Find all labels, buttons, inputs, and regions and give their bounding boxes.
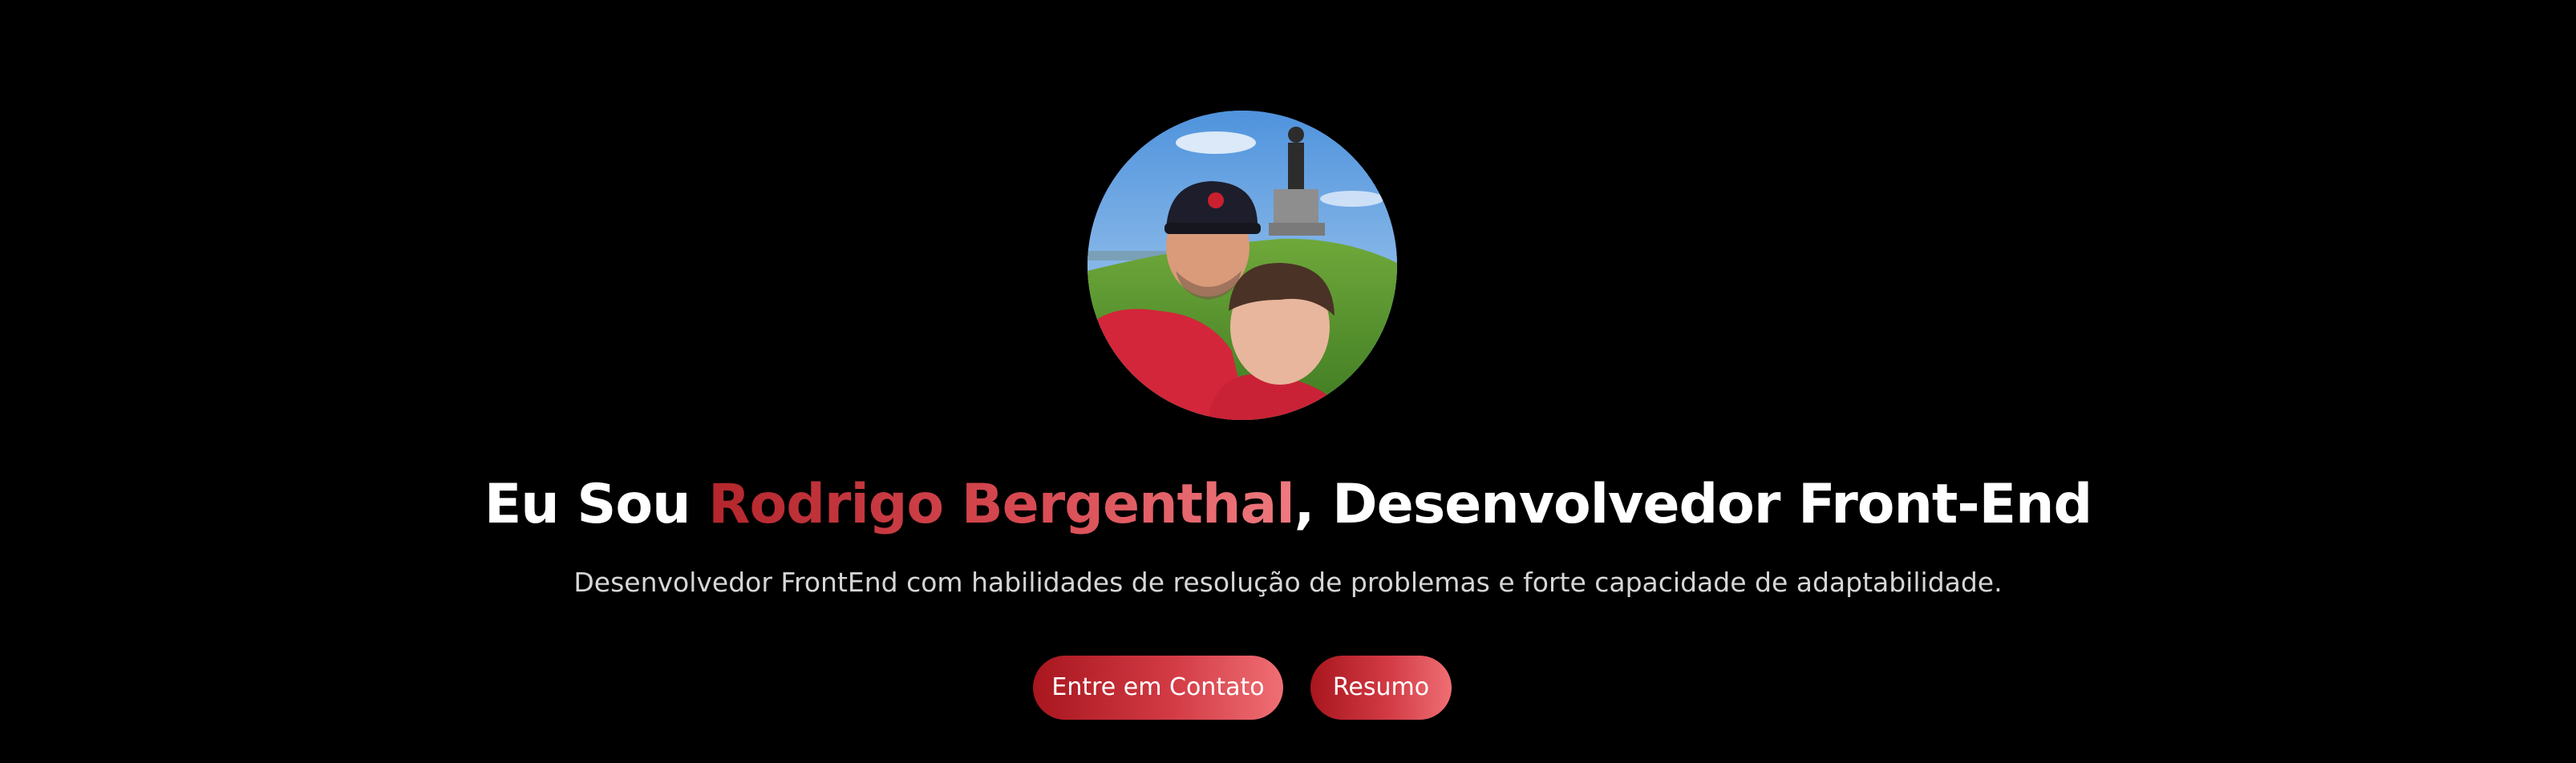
- headline-suffix: , Desenvolvedor Front-End: [1294, 473, 2093, 536]
- subtitle: Desenvolvedor FrontEnd com habilidades d…: [573, 567, 2003, 598]
- hero-section: Eu Sou Rodrigo Bergenthal, Desenvolvedor…: [0, 0, 2576, 763]
- resume-button[interactable]: Resumo: [1310, 656, 1452, 720]
- contact-button[interactable]: Entre em Contato: [1033, 656, 1283, 720]
- headline: Eu Sou Rodrigo Bergenthal, Desenvolvedor…: [0, 465, 2576, 545]
- headline-prefix: Eu Sou: [484, 473, 709, 536]
- profile-photo: [1088, 111, 1397, 420]
- profile-photo-illustration: [1088, 111, 1397, 420]
- headline-name: Rodrigo Bergenthal: [708, 473, 1294, 536]
